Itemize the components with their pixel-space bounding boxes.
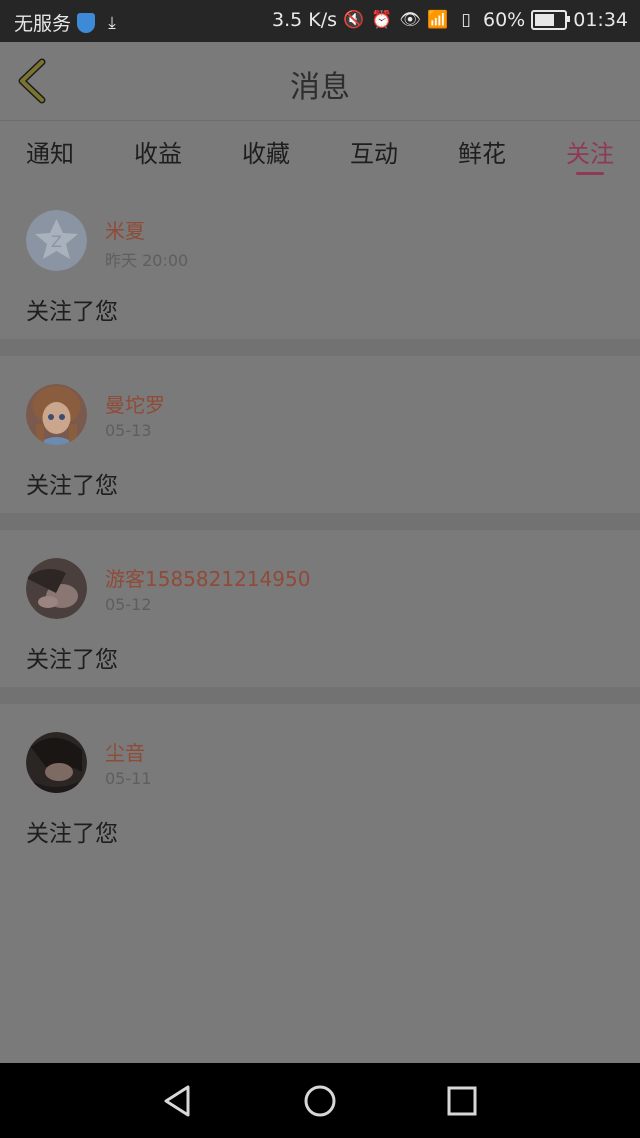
carrier-text: 无服务: [14, 13, 72, 35]
sim-icon: ▯: [461, 10, 471, 30]
avatar[interactable]: [26, 558, 87, 619]
network-speed: 3.5 K/s: [271, 9, 337, 31]
list-item[interactable]: 尘音 05-11 关注了您: [0, 704, 640, 861]
message-text: 关注了您: [26, 821, 118, 847]
recents-square-icon[interactable]: [444, 1083, 480, 1119]
message-time: 05-11: [105, 769, 152, 788]
tab-favorites[interactable]: 收藏: [242, 121, 290, 182]
clock: 01:34: [573, 9, 628, 31]
home-circle-icon[interactable]: [302, 1083, 338, 1119]
svg-text:Z: Z: [51, 232, 62, 251]
security-shield-icon: [77, 12, 96, 33]
photo-avatar-image: [26, 732, 87, 793]
divider: [0, 687, 640, 704]
message-list: Z 米夏 昨天 20:00 关注了您 曼坨罗 05-13 关注了您 游客1585…: [0, 182, 640, 861]
photo-avatar-image: [26, 558, 87, 619]
status-bar: 无服务 ⤓ 3.5 K/s 🔇 ⏰ 👁 📶 ▯ 60% 01:34: [0, 0, 640, 42]
tab-earnings[interactable]: 收益: [134, 121, 182, 182]
mute-icon: 🔇: [343, 10, 365, 30]
download-icon: ⤓: [108, 12, 116, 33]
tab-flowers[interactable]: 鲜花: [458, 121, 506, 182]
system-navigation-bar: [0, 1063, 640, 1138]
tab-bar: 通知 收益 收藏 互动 鲜花 关注: [0, 120, 640, 182]
header: 消息: [0, 42, 640, 120]
anime-avatar-image: [26, 384, 87, 445]
tab-interactions[interactable]: 互动: [350, 121, 398, 182]
avatar[interactable]: [26, 732, 87, 793]
divider: [0, 513, 640, 530]
battery-icon: [531, 10, 571, 30]
alarm-icon: ⏰: [371, 10, 393, 30]
message-text: 关注了您: [26, 473, 118, 499]
user-name[interactable]: 尘音: [105, 737, 145, 766]
tab-follows[interactable]: 关注: [566, 121, 614, 182]
user-name[interactable]: 米夏: [105, 215, 145, 244]
list-item[interactable]: Z 米夏 昨天 20:00 关注了您: [0, 182, 640, 339]
avatar[interactable]: [26, 384, 87, 445]
wifi-icon: 📶: [427, 10, 449, 30]
user-name[interactable]: 游客1585821214950: [105, 563, 310, 592]
battery-percent: 60%: [483, 9, 526, 31]
message-text: 关注了您: [26, 299, 118, 325]
list-item[interactable]: 曼坨罗 05-13 关注了您: [0, 356, 640, 513]
avatar[interactable]: Z: [26, 210, 87, 271]
eye-icon: 👁: [399, 10, 421, 30]
user-name[interactable]: 曼坨罗: [105, 389, 165, 418]
tab-notifications[interactable]: 通知: [26, 121, 74, 182]
list-item[interactable]: 游客1585821214950 05-12 关注了您: [0, 530, 640, 687]
page-title: 消息: [290, 70, 350, 105]
back-triangle-icon[interactable]: [160, 1083, 196, 1119]
message-time: 05-12: [105, 595, 152, 614]
message-time: 05-13: [105, 421, 152, 440]
message-time: 昨天 20:00: [105, 251, 189, 270]
default-avatar-icon: Z: [26, 210, 87, 271]
message-text: 关注了您: [26, 647, 118, 673]
divider: [0, 339, 640, 356]
